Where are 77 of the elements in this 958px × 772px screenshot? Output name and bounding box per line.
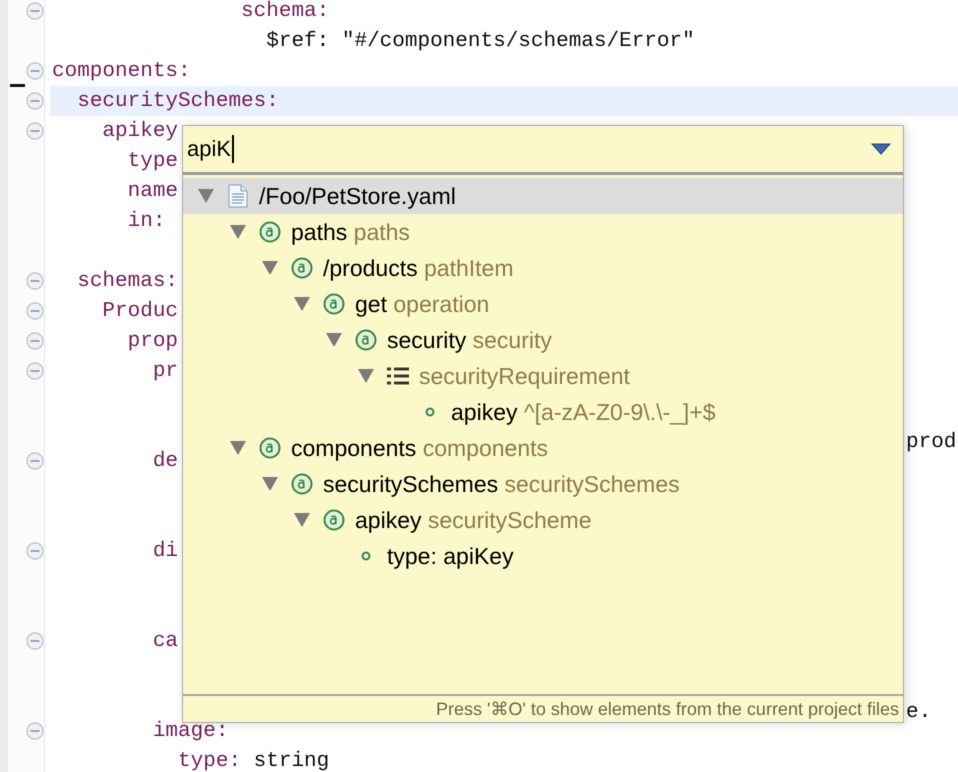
code-line: components:: [52, 60, 191, 82]
circled-a-icon: [355, 329, 377, 351]
tree-item[interactable]: get operation: [183, 286, 903, 322]
collapse-icon[interactable]: [26, 122, 44, 140]
tree-item-label: /products pathItem: [323, 254, 514, 282]
collapse-icon[interactable]: [26, 332, 44, 350]
circled-a-icon: [259, 221, 281, 243]
code-line: di: [152, 540, 178, 562]
dot-icon: [425, 407, 435, 417]
code-line: securitySchemes:: [77, 90, 279, 112]
collapse-icon[interactable]: [26, 722, 44, 740]
collapse-icon[interactable]: [26, 272, 44, 290]
collapse-icon[interactable]: [26, 2, 44, 20]
code-line: type: [128, 150, 178, 172]
code-fragment: e.: [906, 701, 932, 724]
caret-icon[interactable]: [358, 369, 374, 383]
filter-field[interactable]: apiK: [187, 132, 871, 166]
tree-item[interactable]: apikey securityScheme: [183, 502, 903, 538]
tree-item-label: type: apiKey: [387, 542, 514, 570]
caret-icon[interactable]: [326, 333, 342, 347]
code-line: ca: [152, 630, 178, 652]
tree-item-label: get operation: [355, 290, 490, 318]
collapse-icon[interactable]: [26, 92, 44, 110]
cursor-marker: [10, 84, 25, 87]
dot-icon: [361, 551, 371, 561]
tree-item[interactable]: components components: [183, 430, 903, 466]
caret-icon[interactable]: [294, 297, 310, 311]
code-line: prop: [128, 330, 178, 352]
tree-item[interactable]: /products pathItem: [183, 250, 903, 286]
tree-item[interactable]: securitySchemes securitySchemes: [183, 466, 903, 502]
code-line: image:: [152, 720, 228, 742]
circled-a-icon: [323, 509, 345, 531]
code-line: $ref: "#/components/schemas/Error": [266, 30, 695, 52]
circled-a-icon: [259, 437, 281, 459]
tree-item[interactable]: securityRequirement: [183, 358, 903, 394]
tree-item[interactable]: paths paths: [183, 214, 903, 250]
collapse-icon[interactable]: [26, 452, 44, 470]
caret-icon[interactable]: [294, 513, 310, 527]
collapse-icon[interactable]: [26, 632, 44, 650]
caret-icon[interactable]: [230, 441, 246, 455]
circled-a-icon: [323, 293, 345, 315]
circled-a-icon: [291, 257, 313, 279]
list-icon: [387, 367, 409, 385]
code-line: schemas:: [77, 270, 178, 292]
code-line: name: [128, 180, 178, 202]
code-fragment: prod: [906, 431, 956, 454]
dropdown-triangle-icon[interactable]: [871, 143, 891, 155]
code-line: Produc: [102, 300, 178, 322]
code-line: pr: [152, 360, 178, 382]
tree-item-label: apikey ^[a-zA-Z0-9\.\-_]+$: [451, 398, 716, 426]
document-icon: [228, 184, 248, 208]
tree-item-label: /Foo/PetStore.yaml: [259, 182, 456, 210]
collapse-icon[interactable]: [26, 362, 44, 380]
code-line: type: string: [178, 750, 330, 772]
tree-item[interactable]: type: apiKey: [183, 538, 903, 574]
caret-icon[interactable]: [198, 189, 214, 203]
collapse-icon[interactable]: [26, 302, 44, 320]
code-line: schema:: [241, 0, 330, 22]
code-line: in:: [128, 210, 166, 232]
tree-item[interactable]: apikey ^[a-zA-Z0-9\.\-_]+$: [183, 394, 903, 430]
collapse-icon[interactable]: [26, 62, 44, 80]
tree-item-label: securitySchemes securitySchemes: [323, 470, 680, 498]
tree-item-label: paths paths: [291, 218, 410, 246]
tree-item-label: components components: [291, 434, 548, 462]
tree-item[interactable]: security security: [183, 322, 903, 358]
hint-text: Press '⌘O' to show elements from the current project files: [183, 694, 903, 722]
code-line: apikey: [102, 120, 178, 142]
tree-item[interactable]: /Foo/PetStore.yaml: [183, 178, 903, 214]
collapse-icon[interactable]: [26, 542, 44, 560]
circled-a-icon: [291, 473, 313, 495]
tree-item-label: apikey securityScheme: [355, 506, 592, 534]
tree-item-label: security security: [387, 326, 552, 354]
caret-icon[interactable]: [262, 477, 278, 491]
code-line: de: [152, 450, 178, 472]
caret-icon[interactable]: [230, 225, 246, 239]
caret-icon[interactable]: [262, 261, 278, 275]
tree-item-label: securityRequirement: [419, 362, 630, 390]
